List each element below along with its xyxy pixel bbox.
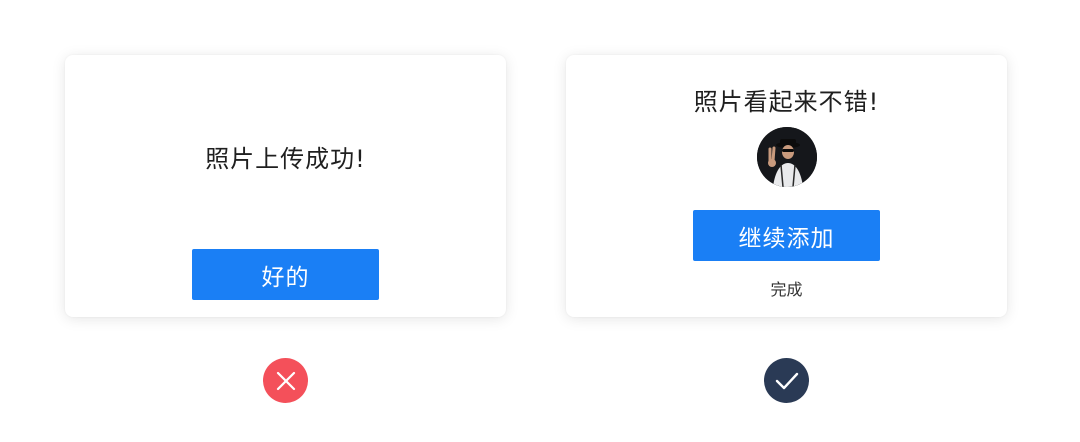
correct-verdict — [764, 358, 809, 403]
close-icon — [276, 371, 295, 390]
dialog-message: 照片上传成功! — [205, 145, 366, 173]
upload-success-dialog: 照片上传成功! 好的 — [65, 55, 506, 317]
user-photo-icon — [757, 127, 817, 187]
avatar — [757, 127, 817, 187]
continue-adding-button[interactable]: 继续添加 — [693, 210, 880, 261]
photo-preview-dialog: 照片看起来不错! 继续添加 完成 — [566, 55, 1007, 317]
dialog-message: 照片看起来不错! — [693, 88, 880, 116]
check-icon — [775, 372, 798, 389]
done-button[interactable]: 完成 — [566, 276, 1007, 300]
ok-button[interactable]: 好的 — [192, 249, 379, 300]
incorrect-verdict — [263, 358, 308, 403]
